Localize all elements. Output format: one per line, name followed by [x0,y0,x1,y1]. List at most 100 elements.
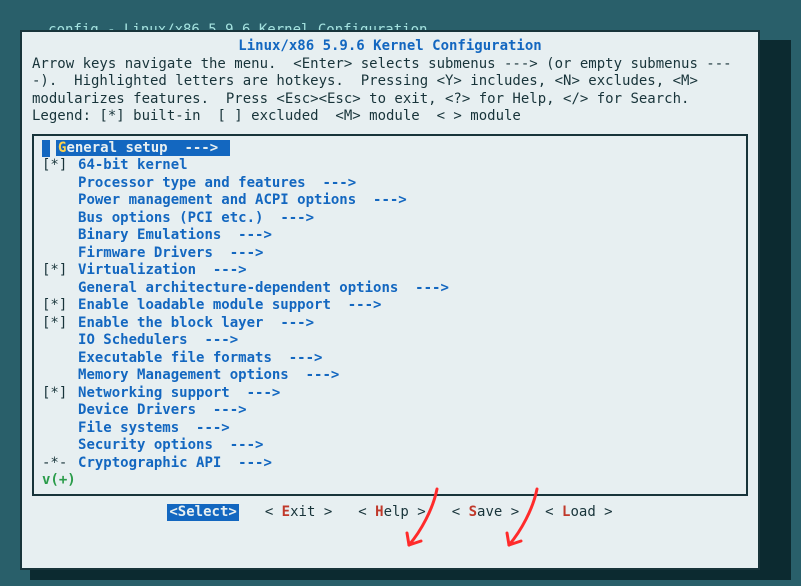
menu-item-text: nable loadable module support [86,297,330,313]
menu-item[interactable]: Firmware Drivers ---> [42,245,738,263]
button-rest: elp > [384,504,426,520]
selection-marker [42,227,78,245]
submenu-arrow-icon: ---> [184,140,218,156]
menu-item-label: Networking support ---> [78,385,738,403]
selection-highlight [42,140,50,158]
selection-marker: [*] [42,385,78,403]
terminal-window: .config - Linux/x86 5.9.6 Kernel Configu… [0,0,801,586]
config-panel: Linux/x86 5.9.6 Kernel Configuration Arr… [20,30,760,570]
submenu-arrow-icon: ---> [280,315,314,331]
menu-item-label: General setup ---> [56,140,738,158]
menu-item-text: O Schedulers [86,332,187,348]
submenu-arrow-icon: ---> [247,385,281,401]
submenu-arrow-icon: ---> [230,245,264,261]
menu-item-text: inary Emulations [86,227,221,243]
selection-marker [42,332,78,350]
menu-item[interactable]: Bus options (PCI etc.) ---> [42,210,738,228]
selection-marker [42,420,78,438]
menu-item[interactable]: File systems ---> [42,420,738,438]
hotkey-char: S [469,504,477,520]
menu-list[interactable]: General setup --->[*]64-bit kernel Proce… [32,134,748,496]
menu-item-label: IO Schedulers ---> [78,332,738,350]
menu-item[interactable]: General setup ---> [42,140,738,158]
selection-marker [42,245,78,263]
menu-item-text: ile systems [86,420,179,436]
menu-item-text: eneral architecture-dependent options [86,280,398,296]
panel-wrap: Linux/x86 5.9.6 Kernel Configuration Arr… [20,30,781,570]
submenu-arrow-icon: ---> [280,210,314,226]
menu-item-text: rocessor type and features [86,175,305,191]
button-rest: elect> [186,504,237,520]
button-prefix: < [169,504,177,520]
selection-marker: [*] [42,315,78,333]
submenu-arrow-icon: ---> [415,280,449,296]
menu-item-text: ower management and ACPI options [86,192,356,208]
menu-item-text: emory Management options [86,367,288,383]
menu-item-text: evice Drivers [86,402,196,418]
selection-marker: -*- [42,455,78,473]
menu-item-label: 64-bit kernel [78,157,738,175]
hotkey-char: S [178,504,186,520]
window-title-bar: .config - Linux/x86 5.9.6 Kernel Configu… [0,0,801,22]
action-button[interactable]: < Save > [452,504,519,522]
selection-marker [42,402,78,420]
menu-item[interactable]: [*]64-bit kernel [42,157,738,175]
menu-item[interactable]: Power management and ACPI options ---> [42,192,738,210]
button-rest: xit > [290,504,332,520]
menu-item[interactable]: Security options ---> [42,437,738,455]
submenu-arrow-icon: ---> [196,420,230,436]
panel-title: Linux/x86 5.9.6 Kernel Configuration [32,38,748,56]
menu-item-label: Device Drivers ---> [78,402,738,420]
menu-item-text: xecutable file formats [86,350,271,366]
action-button[interactable]: < Help > [358,504,425,522]
selection-marker [42,175,78,193]
action-button[interactable]: < Load > [545,504,612,522]
selection-marker [42,367,78,385]
menu-item-text: us options (PCI etc.) [86,210,263,226]
menu-item-label: File systems ---> [78,420,738,438]
menu-item-label: General architecture-dependent options -… [78,280,738,298]
menu-item[interactable]: Executable file formats ---> [42,350,738,368]
menu-item-label: Security options ---> [78,437,738,455]
submenu-arrow-icon: ---> [213,402,247,418]
button-bar: <Select>< Exit >< Help >< Save >< Load > [32,504,748,522]
menu-item[interactable]: [*]Enable loadable module support ---> [42,297,738,315]
submenu-arrow-icon: ---> [348,297,382,313]
menu-item[interactable]: Device Drivers ---> [42,402,738,420]
menu-item[interactable]: [*]Virtualization ---> [42,262,738,280]
menu-item-text: 4-bit kernel [86,157,187,173]
menu-item[interactable]: [*]Enable the block layer ---> [42,315,738,333]
selection-marker [42,437,78,455]
menu-item-label: Processor type and features ---> [78,175,738,193]
menu-item[interactable]: -*-Cryptographic API ---> [42,455,738,473]
action-button[interactable]: < Exit > [265,504,332,522]
submenu-arrow-icon: ---> [373,192,407,208]
menu-item-text: nable the block layer [86,315,263,331]
selection-marker: [*] [42,297,78,315]
submenu-arrow-icon: ---> [238,227,272,243]
selection-marker [42,350,78,368]
action-button[interactable]: <Select> [167,504,238,522]
button-prefix: < [452,504,469,520]
menu-item-label: Memory Management options ---> [78,367,738,385]
menu-item[interactable]: General architecture-dependent options -… [42,280,738,298]
submenu-arrow-icon: ---> [213,262,247,278]
menu-item[interactable]: Memory Management options ---> [42,367,738,385]
hotkey-char: H [375,504,383,520]
button-prefix: < [358,504,375,520]
button-prefix: < [265,504,282,520]
menu-item-label: Enable loadable module support ---> [78,297,738,315]
annotation-arrow-icon [397,487,445,557]
menu-item[interactable]: IO Schedulers ---> [42,332,738,350]
menu-item-label: Virtualization ---> [78,262,738,280]
button-prefix: < [545,504,562,520]
submenu-arrow-icon: ---> [230,437,264,453]
menu-item[interactable]: Processor type and features ---> [42,175,738,193]
menu-item-label: Binary Emulations ---> [78,227,738,245]
menu-item-label: Cryptographic API ---> [78,455,738,473]
menu-item-label: Firmware Drivers ---> [78,245,738,263]
menu-item[interactable]: [*]Networking support ---> [42,385,738,403]
submenu-arrow-icon: ---> [289,350,323,366]
menu-item[interactable]: Binary Emulations ---> [42,227,738,245]
menu-item-text: etworking support [86,385,229,401]
